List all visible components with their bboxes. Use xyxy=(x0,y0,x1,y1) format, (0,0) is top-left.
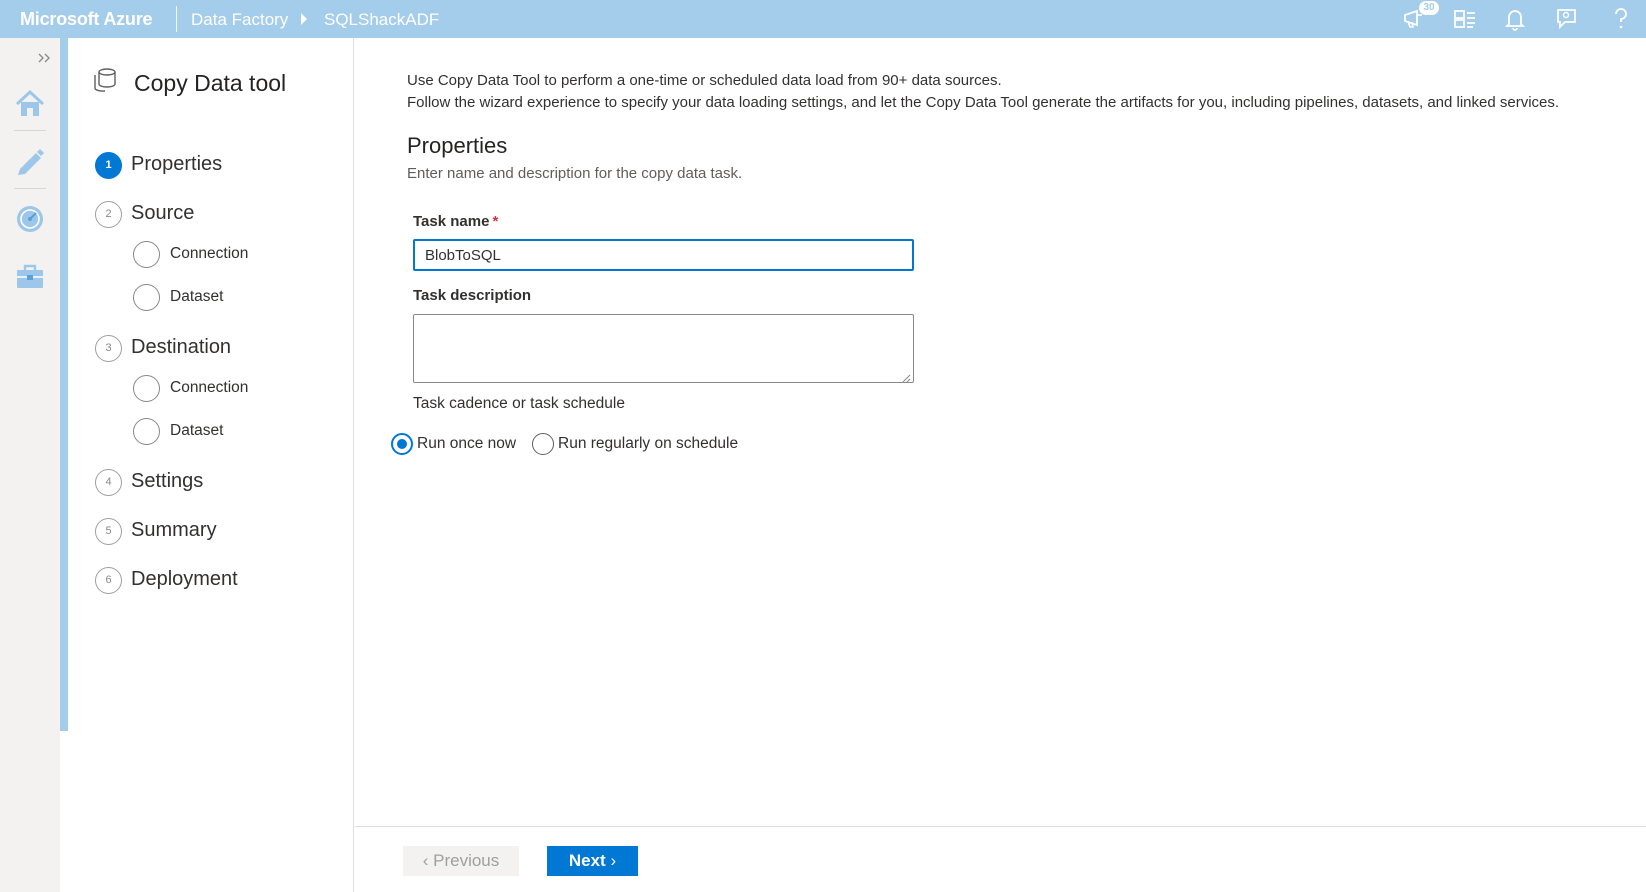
breadcrumb-chevron-icon xyxy=(301,13,307,25)
home-icon[interactable] xyxy=(14,88,46,120)
chevron-right-icon: › xyxy=(610,851,617,870)
task-name-label: Task name * xyxy=(413,213,498,230)
substep-circle xyxy=(133,375,160,402)
radio-button[interactable] xyxy=(532,433,554,455)
step-label: Settings xyxy=(131,470,204,492)
cadence-label: Task cadence or task schedule xyxy=(413,395,625,412)
step-label: Destination xyxy=(131,336,232,358)
step-label: Deployment xyxy=(131,568,238,590)
step-number: 6 xyxy=(95,567,122,594)
task-name-label-text: Task name xyxy=(413,213,490,230)
chat-icon[interactable] xyxy=(1553,6,1579,32)
next-label: Next xyxy=(568,851,606,870)
help-icon[interactable] xyxy=(1608,6,1634,32)
task-description-label: Task description xyxy=(413,287,532,304)
breadcrumb-factory-name[interactable]: SQLShackADF xyxy=(324,10,439,30)
section-title: Properties xyxy=(407,133,508,158)
wizard-footer: ‹ Previous Next › xyxy=(355,826,1646,892)
intro-text: Use Copy Data Tool to perform a one-time… xyxy=(407,70,1559,114)
resize-grip-icon[interactable] xyxy=(901,370,911,383)
step-number: 3 xyxy=(95,335,122,362)
directory-filter-icon[interactable] xyxy=(1452,6,1478,32)
copy-data-tool-icon xyxy=(92,66,118,94)
rail-separator xyxy=(14,130,46,131)
chevron-left-icon: ‹ xyxy=(422,851,429,870)
rail-scroll-strip xyxy=(60,38,68,731)
previous-button[interactable]: ‹ Previous xyxy=(403,846,519,876)
required-marker: * xyxy=(492,213,499,230)
step-label: Summary xyxy=(131,519,217,541)
substep-circle xyxy=(133,418,160,445)
bell-icon[interactable] xyxy=(1502,6,1528,32)
next-button[interactable]: Next › xyxy=(547,846,638,876)
brand-title[interactable]: Microsoft Azure xyxy=(20,9,153,30)
left-nav-rail xyxy=(0,38,60,892)
author-pencil-icon[interactable] xyxy=(14,145,46,177)
task-name-input[interactable] xyxy=(413,239,914,271)
radio-button-selected[interactable] xyxy=(391,433,413,455)
substep-label: Connection xyxy=(170,379,249,396)
radio-label: Run regularly on schedule xyxy=(558,435,739,452)
substep-circle xyxy=(133,241,160,268)
step-number: 5 xyxy=(95,518,122,545)
monitor-gauge-icon[interactable] xyxy=(14,203,46,235)
task-description-textarea[interactable] xyxy=(413,314,914,383)
rail-separator xyxy=(14,188,46,189)
step-label: Source xyxy=(131,202,195,224)
radio-label: Run once now xyxy=(417,435,517,452)
wizard-title: Copy Data tool xyxy=(134,70,287,96)
section-subtitle: Enter name and description for the copy … xyxy=(407,165,743,182)
step-number: 4 xyxy=(95,469,122,496)
substep-circle xyxy=(133,284,160,311)
substep-label: Dataset xyxy=(170,422,224,439)
manage-toolbox-icon[interactable] xyxy=(14,260,46,292)
main-content: Use Copy Data Tool to perform a one-time… xyxy=(355,38,1646,892)
intro-line-2: Follow the wizard experience to specify … xyxy=(407,94,1560,111)
step-number: 2 xyxy=(95,201,122,228)
substep-label: Dataset xyxy=(170,288,224,305)
intro-line-1: Use Copy Data Tool to perform a one-time… xyxy=(407,72,1002,89)
wizard-steps-panel: Copy Data tool 1 Properties 2 Source Con… xyxy=(68,38,354,892)
double-chevron-right-icon[interactable] xyxy=(36,51,52,63)
step-label: Properties xyxy=(131,153,223,175)
brand-divider xyxy=(176,6,177,32)
radio-dot xyxy=(397,439,407,449)
notification-count-badge: 30 xyxy=(1419,1,1439,15)
step-number: 1 xyxy=(95,152,122,179)
top-bar: Microsoft Azure Data Factory SQLShackADF… xyxy=(0,0,1646,38)
substep-label: Connection xyxy=(170,245,249,262)
previous-label: Previous xyxy=(433,851,500,870)
breadcrumb-data-factory[interactable]: Data Factory xyxy=(191,10,288,30)
